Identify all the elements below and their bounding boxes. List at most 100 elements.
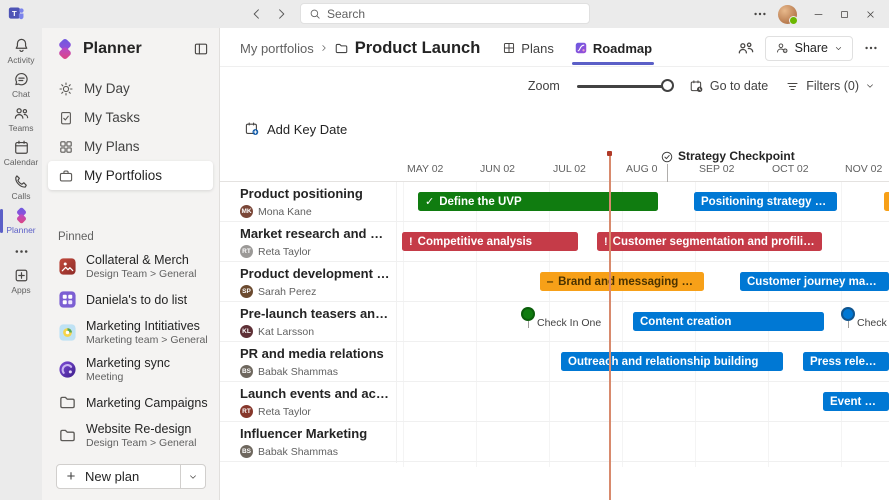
avatar: RT <box>240 245 253 258</box>
close-button[interactable] <box>857 0 883 28</box>
timeline-month-label: NOV 02 <box>845 163 882 175</box>
members-button[interactable] <box>737 39 755 57</box>
gantt-bar-label: Brand and messaging alignment <box>558 276 697 288</box>
search-input[interactable]: Search <box>300 3 590 24</box>
task-cell[interactable]: Product positioningMKMona Kane <box>240 186 390 218</box>
gantt-row: Pre-launch teasers and cam...KLKat Larss… <box>220 302 889 342</box>
gantt-bar[interactable]: Content creation <box>633 312 824 331</box>
panel-nav: My Day My Tasks My PlansMy Portfolios <box>48 74 213 190</box>
milestone-pin[interactable] <box>843 309 853 319</box>
plus-icon: + <box>57 468 85 485</box>
rail-item-calendar[interactable]: Calendar <box>0 136 42 170</box>
gantt-bar[interactable]: Positioning strategy and mess... <box>694 192 837 211</box>
sidebar-item-my-plans[interactable]: My Plans <box>48 132 213 161</box>
titlebar-more-button[interactable] <box>752 6 768 22</box>
task-assignee: SPSarah Perez <box>240 285 390 298</box>
zoom-slider-thumb[interactable] <box>661 79 674 92</box>
timeline-month-label: OCT 02 <box>772 163 809 175</box>
rail-item-more[interactable] <box>0 238 42 264</box>
tab-bar: Plans Roadmap <box>494 37 660 60</box>
gantt-row: Product positioningMKMona Kane ✓Define th… <box>220 182 889 222</box>
rail-item-label: Teams <box>8 123 33 133</box>
zoom-label: Zoom <box>528 79 560 93</box>
pinned-item[interactable]: Marketing syncMeeting <box>50 351 215 388</box>
task-title: Market research and analysis <box>240 226 390 241</box>
gridtab-icon <box>502 41 516 55</box>
gantt-bar[interactable]: ‒Brand and messaging alignment <box>540 272 704 291</box>
gantt-bar[interactable]: !Customer segmentation and profiling <box>597 232 822 251</box>
tab-roadmap[interactable]: Roadmap <box>566 37 660 60</box>
window-titlebar[interactable]: T Search <box>0 0 889 28</box>
rail-item-chat[interactable]: Chat <box>0 68 42 102</box>
rail-item-apps[interactable]: Apps <box>0 264 42 298</box>
pinned-item-name: Marketing Intitiatives <box>86 319 208 333</box>
sidebar-item-label: My Tasks <box>84 110 140 125</box>
roadmap-toolbar: Zoom Go to date Filters (0) <box>528 73 875 99</box>
pinned-item[interactable]: Marketing IntitiativesMarketing team > G… <box>50 314 215 351</box>
gantt-bar[interactable]: Customer journey mapping <box>740 272 889 291</box>
sidebar-item-my-day[interactable]: My Day <box>48 74 213 103</box>
rail-item-label: Calendar <box>4 157 39 167</box>
chevron-down-icon <box>865 81 875 91</box>
plan-more-button[interactable] <box>863 40 879 56</box>
nav-back-button[interactable] <box>250 7 264 21</box>
collapse-panel-button[interactable] <box>193 41 209 57</box>
milestone-pin[interactable] <box>523 309 533 319</box>
pinned-item[interactable]: Marketing Campaigns <box>50 388 215 417</box>
user-avatar[interactable] <box>778 5 797 24</box>
pinned-item[interactable]: Collateral & MerchDesign Team > General <box>50 248 215 285</box>
task-cell[interactable]: Pre-launch teasers and cam...KLKat Larss… <box>240 306 390 338</box>
sidebar-item-my-portfolios[interactable]: My Portfolios <box>48 161 213 190</box>
tab-plans[interactable]: Plans <box>494 37 562 60</box>
gantt-bar[interactable]: ✓Define the UVP <box>418 192 658 211</box>
gantt-bar[interactable]: Event planning <box>823 392 889 411</box>
new-plan-dropdown[interactable] <box>181 465 205 488</box>
task-cell[interactable]: Product development collabSPSarah Perez <box>240 266 390 298</box>
avatar: RT <box>240 405 253 418</box>
sun-icon <box>58 81 74 97</box>
go-to-date-button[interactable]: Go to date <box>689 79 768 94</box>
teams-icon <box>13 105 30 122</box>
task-title: Launch events and activations <box>240 386 390 401</box>
task-title: Pre-launch teasers and cam... <box>240 306 390 321</box>
minimize-button[interactable] <box>805 0 831 28</box>
milestone-label: Check In One <box>537 317 601 329</box>
task-cell[interactable]: Market research and analysisRTReta Taylo… <box>240 226 390 258</box>
gantt-bar[interactable]: Outreach and relationship building <box>561 352 783 371</box>
main-content: My portfolios Product Launch Plans Roadma… <box>220 28 889 500</box>
page-title: Product Launch <box>355 39 481 58</box>
pinned-item[interactable]: Daniela's to do list <box>50 285 215 314</box>
gantt-bar[interactable]: Press release writing <box>803 352 889 371</box>
tab-label: Plans <box>521 41 554 56</box>
nav-forward-button[interactable] <box>274 7 288 21</box>
task-cell[interactable]: Influencer MarketingBSBabak Shammas <box>240 426 390 458</box>
gantt-row: Launch events and activationsRTReta Tayl… <box>220 382 889 422</box>
folder-icon <box>58 393 77 412</box>
gantt-bar-label: Customer segmentation and profiling <box>613 236 815 248</box>
zoom-slider[interactable] <box>577 79 672 93</box>
rail-item-planner[interactable]: Planner <box>0 204 42 238</box>
pinned-item[interactable]: Website Re-designDesign Team > General <box>50 417 215 454</box>
avatar: KL <box>240 325 253 338</box>
filters-button[interactable]: Filters (0) <box>785 79 875 94</box>
assignee-name: Mona Kane <box>258 206 312 218</box>
rail-item-activity[interactable]: Activity <box>0 34 42 68</box>
gantt-bar[interactable]: !Competitive analysis <box>402 232 578 251</box>
breadcrumb[interactable]: My portfolios <box>240 41 314 56</box>
assignee-name: Babak Shammas <box>258 446 338 458</box>
share-button[interactable]: Share <box>765 36 853 61</box>
maximize-button[interactable] <box>831 0 857 28</box>
rail-item-calls[interactable]: Calls <box>0 170 42 204</box>
task-cell[interactable]: Launch events and activationsRTReta Tayl… <box>240 386 390 418</box>
check-icon: ✓ <box>425 195 434 208</box>
new-plan-button[interactable]: + New plan <box>56 464 206 489</box>
gantt-bar[interactable] <box>884 192 889 211</box>
search-icon <box>309 8 321 20</box>
rail-item-teams[interactable]: Teams <box>0 102 42 136</box>
sidebar-item-my-tasks[interactable]: My Tasks <box>48 103 213 132</box>
board-icon <box>58 290 77 309</box>
add-key-date-button[interactable]: Add Key Date <box>244 121 347 137</box>
task-cell[interactable]: PR and media relationsBSBabak Shammas <box>240 346 390 378</box>
portfolio-icon <box>58 168 74 184</box>
avatar: SP <box>240 285 253 298</box>
